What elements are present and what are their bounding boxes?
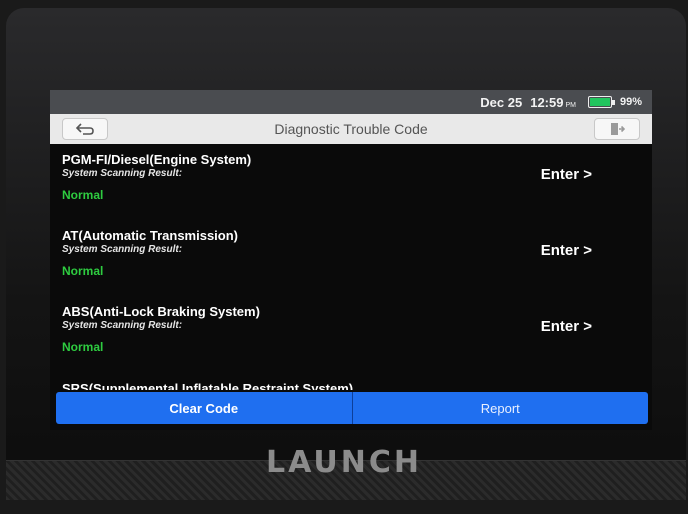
action-bar: Clear Code Report <box>56 392 648 424</box>
battery-percent: 99% <box>619 96 642 108</box>
status-time-value: 12:59 <box>530 94 564 110</box>
status-ampm: PM <box>565 101 576 109</box>
clear-code-button[interactable]: Clear Code <box>56 392 352 424</box>
back-arrow-icon <box>75 123 94 135</box>
status-badge: Normal <box>62 340 104 354</box>
scan-result-label: System Scanning Result: <box>62 320 183 331</box>
enter-button[interactable]: Enter > <box>541 242 592 259</box>
screen: Dec 25 12:59 PM 99% Diagnostic Trouble Co… <box>50 90 652 430</box>
battery-fill <box>589 98 610 106</box>
status-date: Dec 25 <box>480 94 523 110</box>
back-button[interactable] <box>62 118 108 140</box>
brand-logo: LAUNCH <box>265 445 422 480</box>
enter-button[interactable]: Enter > <box>541 318 592 335</box>
system-row-srs-partial[interactable]: SRS(Supplemental Inflatable Restraint Sy… <box>62 380 353 390</box>
status-badge: Normal <box>62 264 104 278</box>
status-time: 12:59 PM <box>530 95 576 110</box>
system-name: AT(Automatic Transmission) <box>62 228 239 243</box>
system-name: ABS(Anti-Lock Braking System) <box>62 304 260 319</box>
report-button[interactable]: Report <box>351 392 648 424</box>
status-badge: Normal <box>62 188 104 202</box>
system-row-transmission[interactable]: AT(Automatic Transmission) System Scanni… <box>62 222 632 298</box>
exit-icon <box>611 123 625 135</box>
battery-icon <box>587 96 615 108</box>
system-row-abs[interactable]: ABS(Anti-Lock Braking System) System Sca… <box>62 298 632 374</box>
system-name: PGM-FI/Diesel(Engine System) <box>62 152 252 167</box>
title-bar: Diagnostic Trouble Code <box>50 114 652 144</box>
status-bar: Dec 25 12:59 PM 99% <box>50 90 652 114</box>
system-list: PGM-FI/Diesel(Engine System) System Scan… <box>50 144 652 394</box>
scan-result-label: System Scanning Result: <box>62 168 183 179</box>
system-row-engine[interactable]: PGM-FI/Diesel(Engine System) System Scan… <box>62 146 632 222</box>
scan-result-label: System Scanning Result: <box>62 244 183 255</box>
enter-button[interactable]: Enter > <box>541 166 592 183</box>
exit-button[interactable] <box>594 118 640 140</box>
page-title: Diagnostic Trouble Code <box>274 121 428 137</box>
